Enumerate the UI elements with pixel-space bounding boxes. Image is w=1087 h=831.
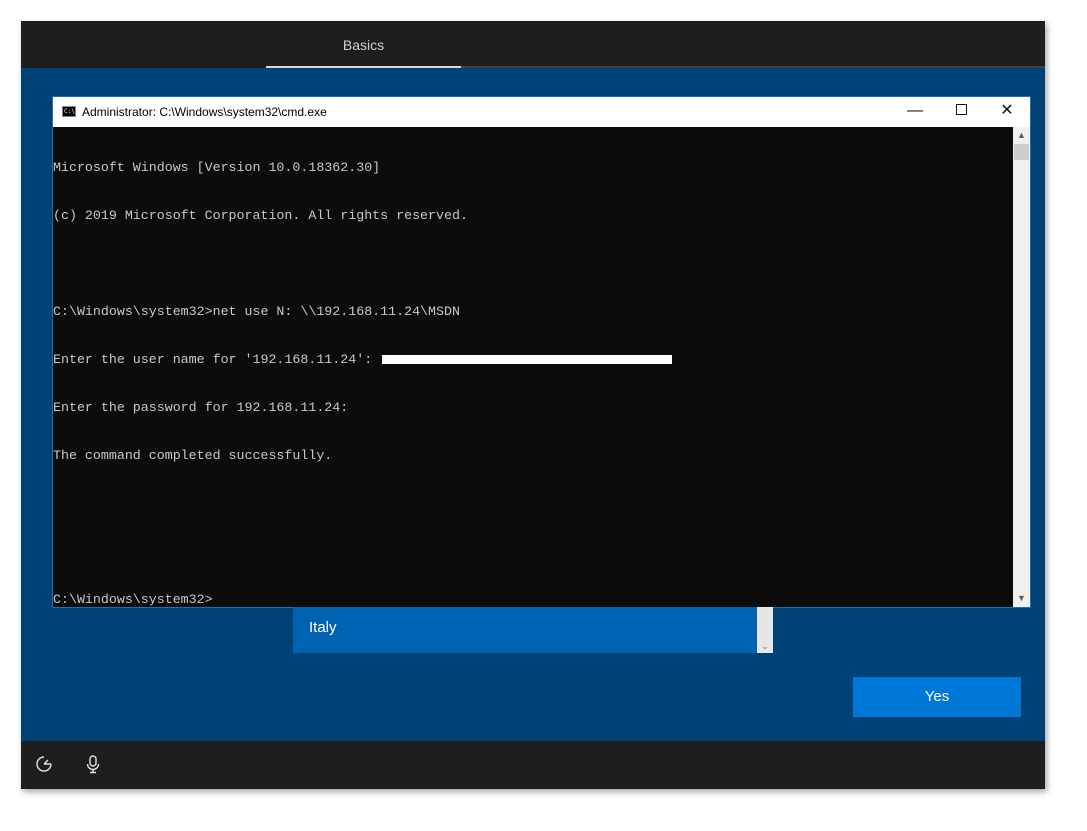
console-output[interactable]: Microsoft Windows [Version 10.0.18362.30… (53, 128, 1013, 607)
scrollbar-thumb[interactable] (1014, 144, 1029, 160)
console-line: Microsoft Windows [Version 10.0.18362.30… (53, 160, 381, 175)
console-line-username: Enter the user name for '192.168.11.24': (53, 352, 1013, 368)
maximize-icon (955, 103, 967, 115)
oobe-window: Basics C:\ Administrator: C:\Windows\sys… (21, 21, 1045, 789)
minimize-button[interactable]: — (892, 97, 938, 127)
console-prompt: C:\Windows\system32> (53, 592, 213, 607)
console-line: The command completed successfully. (53, 448, 333, 463)
header-bar: Basics (21, 21, 1045, 68)
ease-of-access-glyph (36, 756, 52, 772)
microphone-icon[interactable] (82, 754, 104, 776)
cmd-window-title: Administrator: C:\Windows\system32\cmd.e… (82, 105, 327, 119)
ease-of-access-icon[interactable] (33, 754, 55, 776)
console-line: C:\Windows\system32>net use N: \\192.168… (53, 304, 460, 319)
maximize-button[interactable] (938, 97, 984, 127)
tab-basics[interactable]: Basics (266, 21, 461, 68)
console-line: Enter the password for 192.168.11.24: (53, 400, 349, 415)
cmd-window[interactable]: C:\ Administrator: C:\Windows\system32\c… (53, 97, 1030, 607)
scroll-up-icon[interactable]: ▲ (1013, 127, 1030, 144)
redacted-username (382, 354, 673, 364)
minimize-icon: — (907, 102, 923, 119)
cmd-app-icon: C:\ (62, 106, 76, 117)
close-button[interactable]: ✕ (984, 97, 1030, 127)
scroll-down-icon[interactable]: ▼ (1013, 590, 1030, 607)
close-icon: ✕ (1000, 102, 1014, 119)
country-list-scrollbar[interactable]: ⌄ (757, 607, 773, 653)
console-scrollbar[interactable]: ▲ ▼ (1013, 127, 1030, 607)
bottom-bar (21, 741, 1045, 789)
yes-button[interactable]: Yes (853, 677, 1021, 717)
microphone-glyph (86, 755, 100, 774)
cmd-titlebar[interactable]: C:\ Administrator: C:\Windows\system32\c… (53, 97, 1030, 127)
chevron-down-icon[interactable]: ⌄ (757, 641, 773, 652)
console-line: (c) 2019 Microsoft Corporation. All righ… (53, 208, 468, 223)
header-divider (461, 66, 1045, 68)
country-list-selected-item[interactable]: Italy (293, 607, 757, 653)
console-line-text: Enter the user name for '192.168.11.24': (53, 352, 381, 367)
